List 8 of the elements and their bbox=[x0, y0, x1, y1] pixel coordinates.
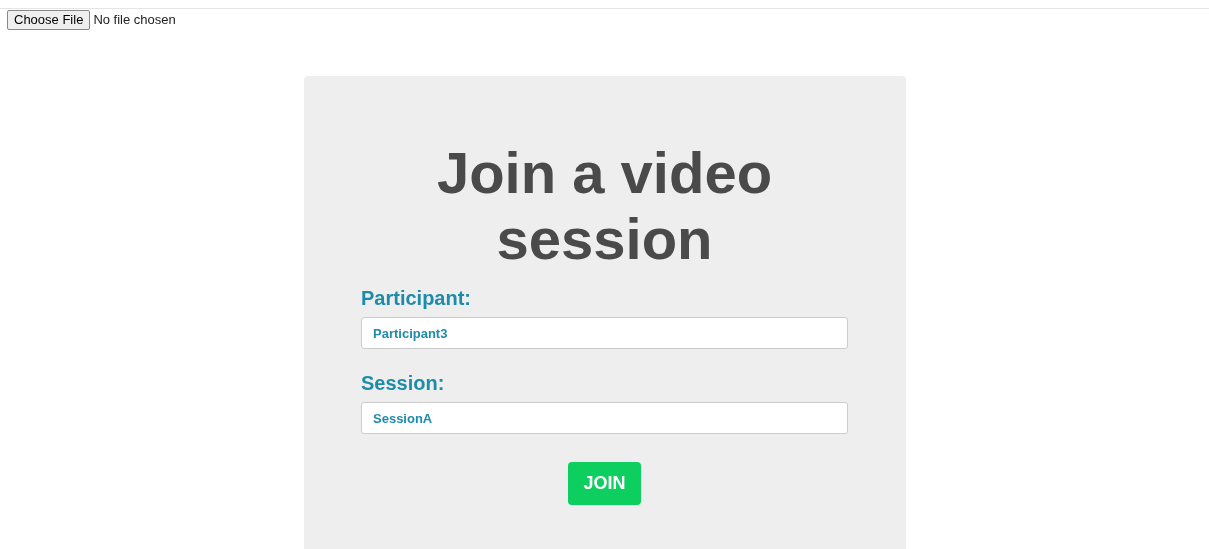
choose-file-button[interactable]: Choose File bbox=[7, 10, 91, 30]
text-input[interactable]: SessionA bbox=[361, 402, 848, 434]
join-button[interactable]: JOIN bbox=[568, 462, 641, 505]
file-status: No file chosen bbox=[93, 11, 176, 30]
field-label: Participant: bbox=[361, 286, 473, 310]
page-title: Join a video session bbox=[435, 140, 774, 272]
text-input[interactable]: Participant3 bbox=[361, 317, 848, 349]
field-label: Session: bbox=[361, 371, 446, 395]
